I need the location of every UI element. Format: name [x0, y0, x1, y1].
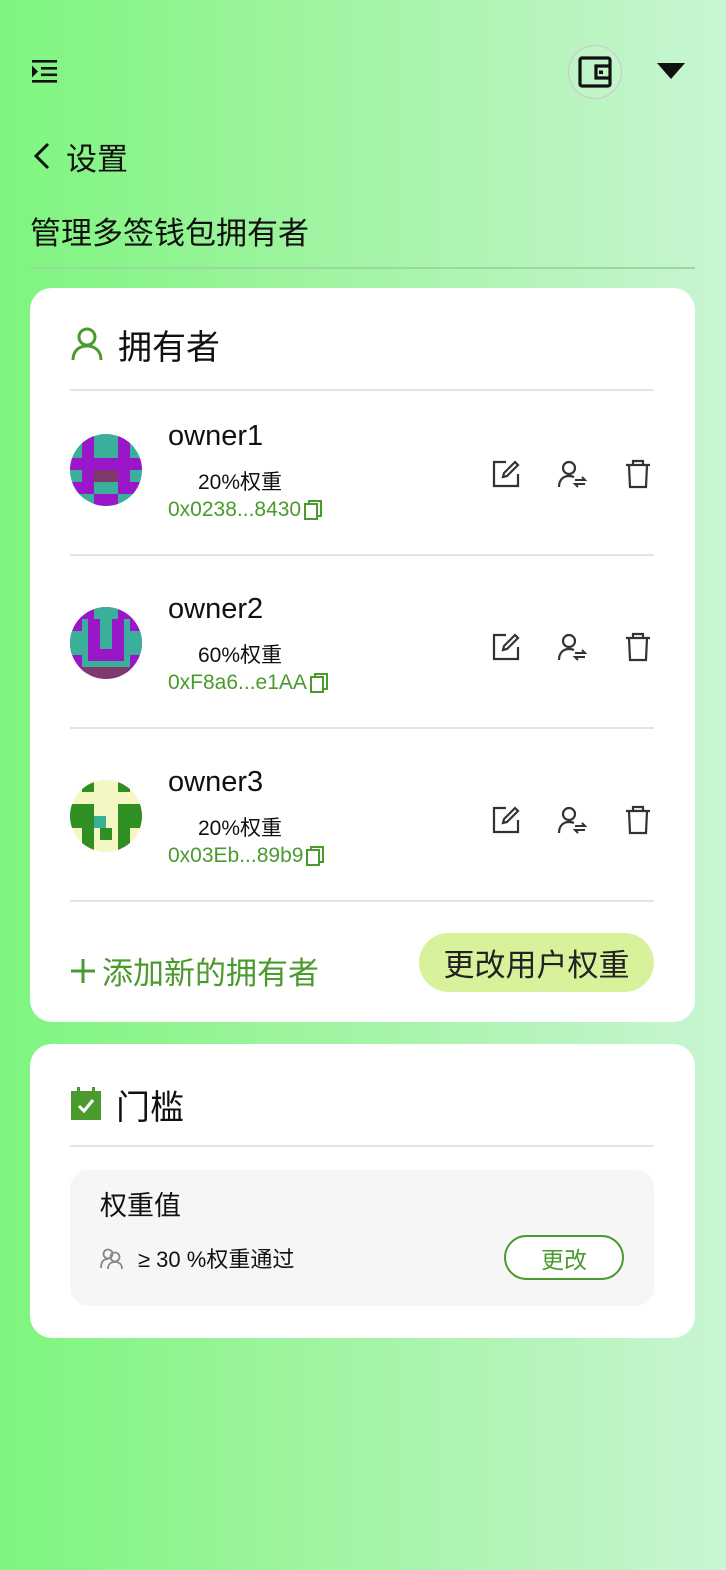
- back-button[interactable]: 设置: [30, 134, 128, 178]
- threshold-row: ≥ 30 %权重通过: [100, 1242, 294, 1274]
- top-bar: [0, 0, 726, 140]
- threshold-value: ≥ 30 %权重通过: [138, 1247, 295, 1272]
- owner-row: owner3 20%权重 0x03Eb...89b9: [70, 738, 654, 910]
- threshold-card: 门槛 权重值 ≥ 30 %权重通过 更改: [30, 1044, 695, 1338]
- divider: [70, 389, 654, 391]
- avatar: [70, 434, 142, 506]
- wallet-icon: [578, 56, 612, 88]
- avatar: [70, 780, 142, 852]
- owner-address[interactable]: 0xF8a6...e1AA: [168, 671, 329, 695]
- owner-name: owner2: [168, 593, 264, 625]
- owners-card-title: 拥有者: [118, 328, 220, 367]
- wallet-button[interactable]: [568, 45, 622, 99]
- owner-weight: 60%权重: [198, 644, 283, 667]
- add-owner-label: 添加新的拥有者: [102, 956, 319, 991]
- owner-name: owner3: [168, 766, 264, 798]
- user-icon: [71, 327, 103, 361]
- owner-address[interactable]: 0x0238...8430: [168, 498, 323, 522]
- users-icon: [100, 1248, 123, 1270]
- chevron-left-icon: [33, 142, 50, 170]
- owner-address-text: 0x0238...8430: [168, 498, 302, 521]
- edit-icon[interactable]: [490, 458, 522, 490]
- edit-icon[interactable]: [490, 804, 522, 836]
- copy-icon[interactable]: [303, 499, 323, 521]
- divider: [70, 1145, 654, 1147]
- threshold-card-header: 门槛: [70, 1078, 184, 1130]
- threshold-card-title: 门槛: [116, 1088, 184, 1127]
- user-transfer-icon[interactable]: [556, 631, 588, 663]
- page-title: 管理多签钱包拥有者: [30, 216, 309, 251]
- edit-icon[interactable]: [490, 631, 522, 663]
- owner-weight: 20%权重: [198, 817, 283, 840]
- plus-icon: [71, 958, 95, 983]
- divider: [70, 727, 654, 729]
- trash-icon[interactable]: [622, 631, 654, 663]
- owner-actions: [456, 804, 654, 836]
- caret-down-icon[interactable]: [655, 60, 687, 82]
- add-owner-button[interactable]: 添加新的拥有者: [70, 948, 319, 993]
- owner-address-text: 0xF8a6...e1AA: [168, 671, 307, 694]
- owner-address-text: 0x03Eb...89b9: [168, 844, 304, 867]
- trash-icon[interactable]: [622, 804, 654, 836]
- divider: [70, 900, 654, 902]
- threshold-label: 权重值: [100, 1191, 181, 1221]
- owner-row: owner1 20%权重 0x0238...8430: [70, 392, 654, 564]
- back-label: 设置: [66, 141, 128, 177]
- user-transfer-icon[interactable]: [556, 804, 588, 836]
- trash-icon[interactable]: [622, 458, 654, 490]
- owners-card: 拥有者 owner1 20%权重 0x0238...8430 owner2 60…: [30, 288, 695, 1022]
- copy-icon[interactable]: [309, 672, 329, 694]
- threshold-box: 权重值 ≥ 30 %权重通过 更改: [70, 1170, 654, 1306]
- change-weight-button[interactable]: 更改用户权重: [419, 933, 654, 992]
- change-threshold-button[interactable]: 更改: [504, 1235, 624, 1280]
- owner-address[interactable]: 0x03Eb...89b9: [168, 844, 325, 868]
- owner-name: owner1: [168, 420, 264, 452]
- user-transfer-icon[interactable]: [556, 458, 588, 490]
- owners-card-header: 拥有者: [70, 318, 220, 370]
- owner-row: owner2 60%权重 0xF8a6...e1AA: [70, 565, 654, 737]
- divider: [70, 554, 654, 556]
- title-divider: [30, 267, 695, 269]
- avatar: [70, 607, 142, 679]
- menu-indent-icon[interactable]: [28, 56, 60, 86]
- checkbox-icon: [71, 1087, 101, 1120]
- owner-weight: 20%权重: [198, 471, 283, 494]
- copy-icon[interactable]: [305, 845, 325, 867]
- owner-actions: [456, 458, 654, 490]
- owner-actions: [456, 631, 654, 663]
